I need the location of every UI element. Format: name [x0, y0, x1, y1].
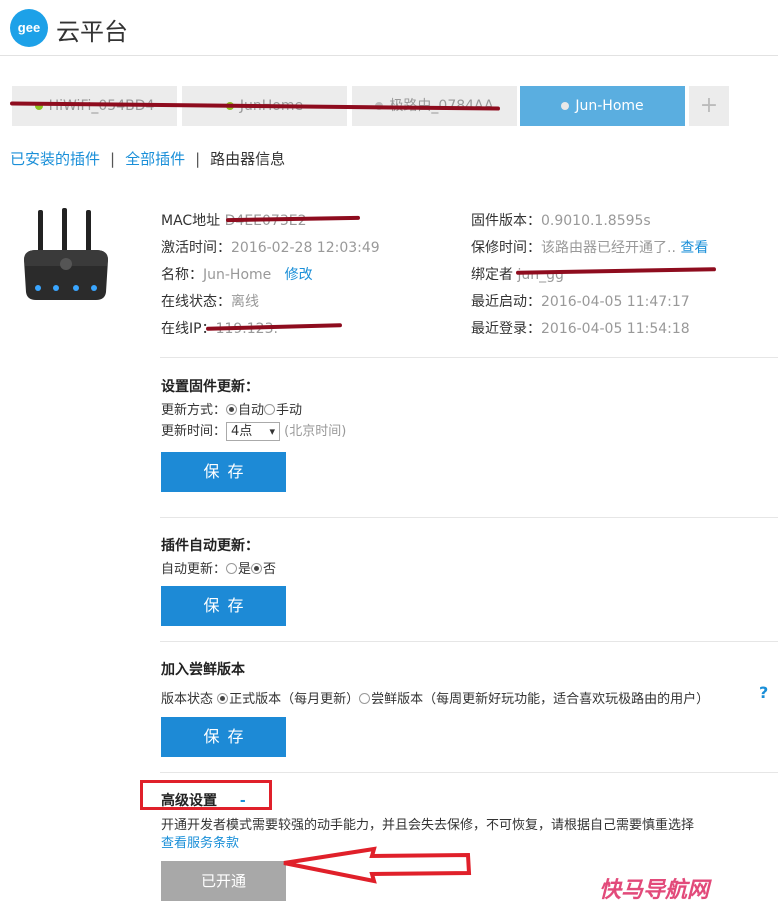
mode-manual-radio[interactable]: [264, 404, 276, 415]
advanced-title-text: 高级设置: [161, 793, 217, 809]
update-time-select[interactable]: 4点: [226, 422, 281, 441]
binder-row: 绑定者 jun_gg: [471, 262, 708, 289]
installed-plugins-link[interactable]: 已安装的插件: [10, 150, 100, 168]
plus-icon: +: [699, 93, 719, 118]
offline-dot-icon: [561, 102, 570, 110]
plugin-update-title: 插件自动更新：: [161, 538, 259, 554]
router-info-right: 固件版本：0.9010.1.8595s 保修时间：该路由器已经开通了.. 查看 …: [471, 208, 708, 343]
last-boot-value: 2016-04-05 11:47:17: [541, 294, 690, 310]
firmware-update-title: 设置固件更新：: [161, 379, 259, 395]
status-row: 在线状态：离线: [161, 289, 380, 316]
firmware-row: 固件版本：0.9010.1.8595s: [471, 208, 708, 235]
section-divider: [160, 641, 778, 642]
warranty-value: 该路由器已经开通了..: [541, 240, 676, 256]
auto-update-no-radio[interactable]: [251, 563, 263, 574]
firmware-time-row: 更新时间： 4点 (北京时间): [161, 420, 346, 441]
terms-link[interactable]: 查看服务条款: [161, 832, 239, 851]
save-plugin-button[interactable]: 保存: [161, 586, 286, 626]
edit-name-link[interactable]: 修改: [285, 267, 313, 283]
separator: |: [110, 150, 116, 168]
name-row: 名称：Jun-Home 修改: [161, 262, 380, 289]
warranty-label: 保修时间：: [471, 240, 541, 256]
status-label: 在线状态：: [161, 294, 231, 310]
tab-label: Jun-Home: [575, 98, 644, 114]
mode-manual-label: 手动: [276, 403, 303, 418]
activated-label: 激活时间：: [161, 240, 231, 256]
watermark-text: 快马导航网: [599, 878, 710, 903]
tab-router-active[interactable]: Jun-Home: [520, 86, 685, 126]
ip-row: 在线IP：119.123.: [161, 316, 380, 343]
view-warranty-link[interactable]: 查看: [680, 240, 708, 256]
add-router-button[interactable]: +: [689, 86, 729, 126]
brand-title: 云平台: [56, 18, 128, 46]
activated-value: 2016-02-28 12:03:49: [231, 240, 380, 256]
firmware-mode-row: 更新方式： 自动 手动: [161, 399, 302, 418]
annotation-arrow: [283, 846, 472, 884]
firmware-label: 固件版本：: [471, 213, 541, 229]
warranty-row: 保修时间：该路由器已经开通了.. 查看: [471, 235, 708, 262]
advanced-desc: 开通开发者模式需要较强的动手能力，并且会失去保修，不可恢复，请根据自己需要慎重选…: [161, 818, 695, 833]
help-icon[interactable]: ?: [759, 683, 768, 702]
beta-title: 加入尝鲜版本: [161, 662, 245, 678]
gee-logo[interactable]: gee: [10, 9, 48, 47]
router-info-left: MAC地址 D4EE073E2 激活时间：2016-02-28 12:03:49…: [161, 208, 380, 343]
section-divider: [160, 357, 778, 358]
auto-update-label: 自动更新：: [161, 562, 227, 577]
last-login-label: 最近登录：: [471, 321, 541, 337]
auto-update-yes-radio[interactable]: [226, 563, 238, 574]
firmware-value: 0.9010.1.8595s: [541, 213, 651, 229]
mac-label: MAC地址: [161, 213, 221, 229]
no-label: 否: [263, 562, 277, 577]
beta-row: 版本状态 正式版本（每月更新） 尝鲜版本（每周更新好玩功能，适合喜欢玩极路由的用户…: [161, 688, 709, 707]
last-boot-label: 最近启动：: [471, 294, 541, 310]
last-login-value: 2016-04-05 11:54:18: [541, 321, 690, 337]
collapse-toggle[interactable]: -: [240, 793, 246, 809]
stable-label: 正式版本（每月更新）: [229, 692, 360, 707]
yes-label: 是: [238, 562, 252, 577]
last-login-row: 最近登录：2016-04-05 11:54:18: [471, 316, 708, 343]
beta-radio[interactable]: [359, 693, 371, 704]
mode-auto-label: 自动: [238, 403, 265, 418]
save-beta-button[interactable]: 保存: [161, 717, 286, 757]
mode-auto-radio[interactable]: [226, 404, 238, 415]
last-boot-row: 最近启动：2016-04-05 11:47:17: [471, 289, 708, 316]
activated-row: 激活时间：2016-02-28 12:03:49: [161, 235, 380, 262]
beta-label: 尝鲜版本（每周更新好玩功能，适合喜欢玩极路由的用户）: [371, 692, 710, 707]
all-plugins-link[interactable]: 全部插件: [125, 150, 185, 168]
save-firmware-button[interactable]: 保存: [161, 452, 286, 492]
time-label: 更新时间：: [161, 424, 227, 439]
router-info-tab[interactable]: 路由器信息: [210, 150, 285, 168]
version-status-label: 版本状态: [161, 692, 214, 707]
plugin-update-row: 自动更新： 是否: [161, 558, 276, 577]
name-label: 名称：: [161, 267, 203, 283]
developer-mode-status-button[interactable]: 已开通: [161, 861, 286, 901]
advanced-title: 高级设置 -: [161, 790, 246, 810]
top-header: gee 云平台: [0, 0, 778, 56]
timezone-note: (北京时间): [284, 424, 347, 439]
plugin-subnav: 已安装的插件 | 全部插件 | 路由器信息: [10, 148, 285, 169]
name-value: Jun-Home: [203, 267, 272, 283]
status-value: 离线: [231, 294, 259, 310]
binder-label: 绑定者: [471, 267, 513, 283]
router-device-icon: [24, 208, 108, 300]
stable-radio[interactable]: [217, 693, 229, 704]
select-value: 4点: [231, 424, 253, 439]
section-divider: [160, 772, 778, 773]
separator: |: [195, 150, 201, 168]
section-divider: [160, 517, 778, 518]
mac-row: MAC地址 D4EE073E2: [161, 208, 380, 235]
mode-label: 更新方式：: [161, 403, 227, 418]
